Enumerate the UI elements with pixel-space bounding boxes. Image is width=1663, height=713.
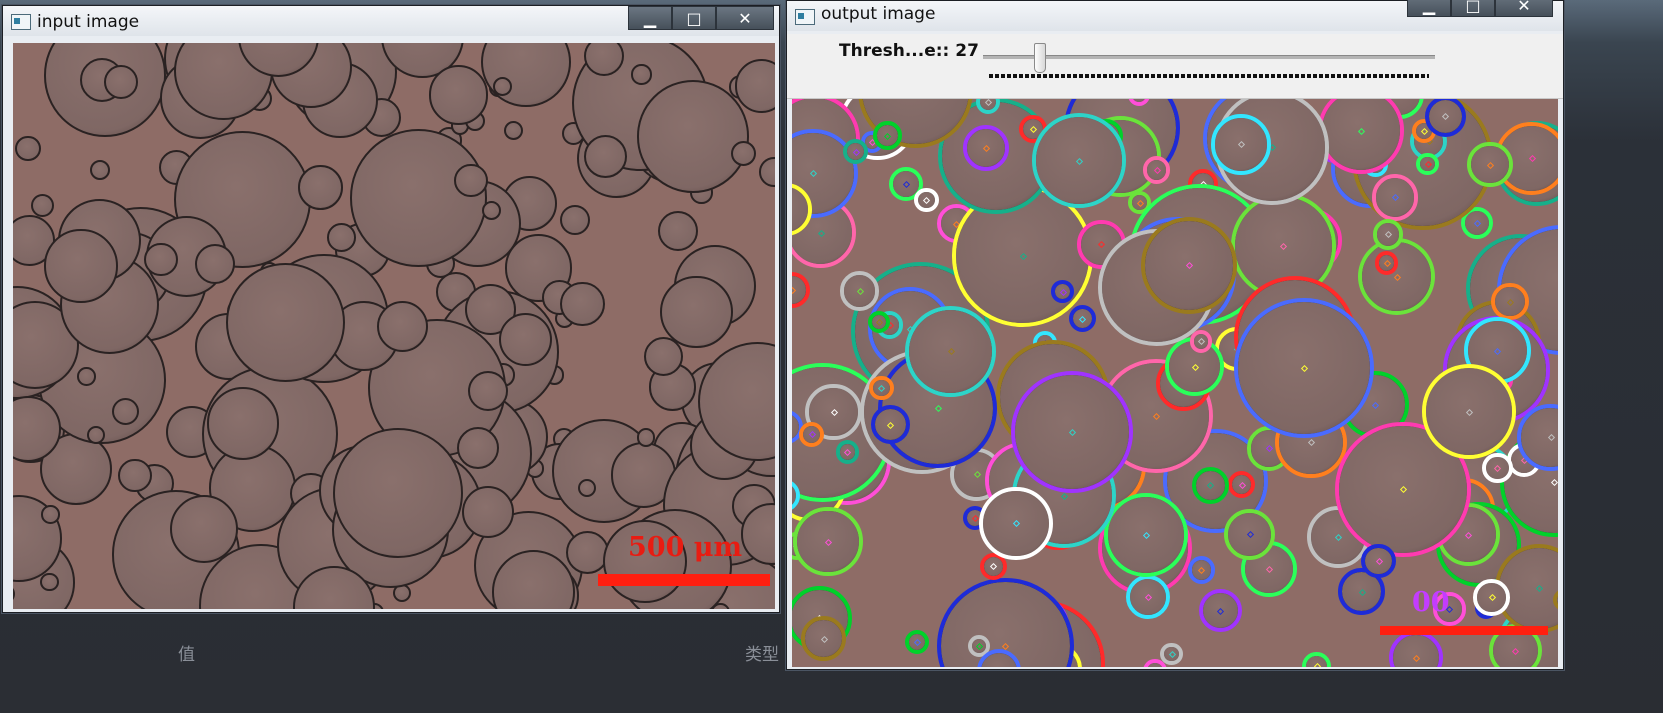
particle [226,262,346,383]
particle [565,530,609,574]
particle [298,165,343,211]
contoured-image [792,99,1558,667]
threshold-slider-thumb[interactable] [1034,43,1046,73]
particle [144,242,178,277]
output-window-controls: ▁ □ ✕ [1407,0,1553,17]
input-window-controls: ▁ □ ✕ [628,6,774,30]
particle [326,222,356,252]
particle [461,485,514,538]
maximize-button[interactable]: □ [1451,0,1495,17]
particle [660,275,733,349]
output-image-window[interactable]: output image ▁ □ ✕ Thresh...e:: 27 00 [786,0,1564,670]
particle [560,281,606,327]
scale-bar-partial-label: 00 [1412,587,1450,618]
threshold-trackbar-panel: Thresh...e:: 27 [787,34,1563,99]
particle [40,572,59,592]
particle [498,313,552,367]
app-icon [11,14,31,30]
particle [584,134,628,178]
threshold-label: Thresh...e:: 27 [839,41,979,61]
microscope-image [13,43,775,609]
particle [730,140,757,167]
particle [44,229,118,303]
particle [467,371,508,412]
particle [636,80,749,193]
particle [759,156,775,187]
particle [77,366,96,386]
output-window-title: output image [821,4,936,24]
particle [456,426,500,469]
input-image-window[interactable]: input image ▁ □ ✕ 500 μm [2,5,780,613]
value-column-label: 值 [178,645,195,665]
close-button[interactable]: ✕ [1495,0,1553,17]
particle [631,64,652,85]
particle [111,397,139,425]
particle [657,210,699,252]
particle [454,164,488,198]
particle [577,478,597,497]
particle [481,43,571,107]
particle [206,387,280,460]
particle [734,59,775,113]
particle [104,64,139,99]
scale-bar-label: 500 μm [628,532,743,563]
particle [333,428,464,559]
particle [41,504,60,524]
type-column-label: 类型 [745,645,779,665]
particle [560,204,591,235]
input-window-title: input image [37,12,140,32]
minimize-button[interactable]: ▁ [628,6,672,30]
particle [30,194,54,218]
scale-bar [1380,626,1548,635]
threshold-slider-track[interactable] [983,55,1435,59]
particle [89,159,110,181]
particle [428,65,489,125]
input-image-canvas: 500 μm [13,43,775,609]
particle [504,120,524,140]
scale-bar [598,574,770,586]
desktop-bottom-panel [0,660,830,713]
particle [194,244,235,285]
particle [349,129,488,267]
threshold-slider-ticks [989,74,1429,78]
particle [170,494,239,563]
output-image-canvas: 00 [792,99,1558,667]
app-icon [795,9,815,25]
close-button[interactable]: ✕ [716,6,774,30]
maximize-button[interactable]: □ [672,6,716,30]
particle [15,135,42,162]
minimize-button[interactable]: ▁ [1407,0,1451,17]
particle [492,76,512,96]
particle [118,458,152,493]
